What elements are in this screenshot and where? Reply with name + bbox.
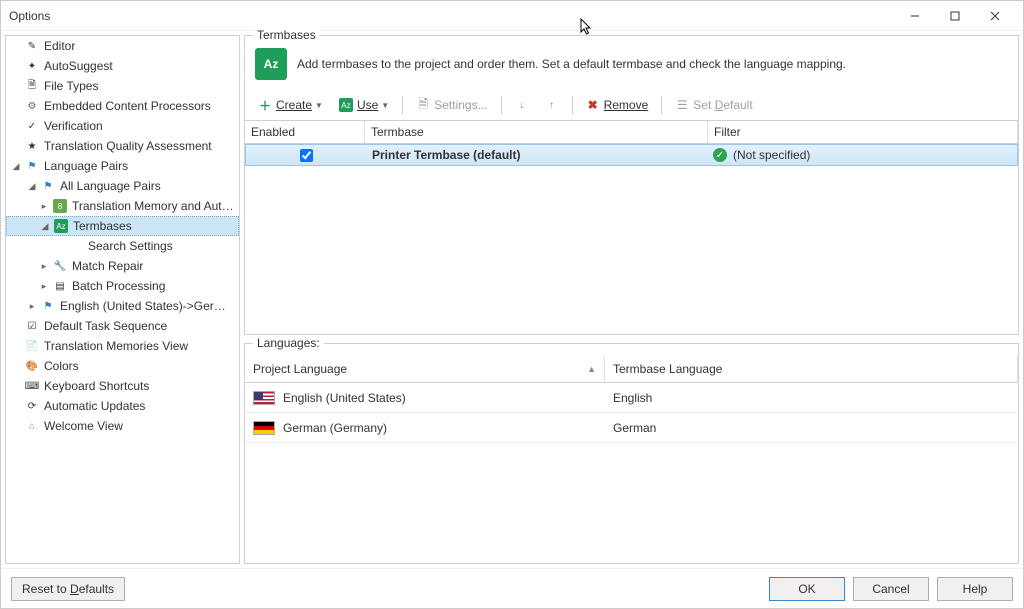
sidebar-item-editor[interactable]: ✎Editor [6, 36, 239, 56]
termbase-icon: Az [255, 48, 287, 80]
sidebar-item-en-de[interactable]: ▸⚑English (United States)->German (G [6, 296, 239, 316]
sidebar-item-match-repair[interactable]: ▸🔧Match Repair [6, 256, 239, 276]
languages-group-title: Languages: [253, 336, 324, 350]
close-button[interactable] [975, 2, 1015, 30]
termbases-toolbar: ＋Create▼ AzUse▼ 🗎Settings... ↓ ↑ ✖Remove… [245, 90, 1018, 120]
sidebar-item-updates[interactable]: ⟳Automatic Updates [6, 396, 239, 416]
sidebar-item-batch-processing[interactable]: ▸▤Batch Processing [6, 276, 239, 296]
window-title: Options [9, 9, 895, 23]
flag-us-icon [253, 391, 275, 405]
sidebar-item-all-language-pairs[interactable]: ◢⚑All Language Pairs [6, 176, 239, 196]
footer: Reset to Defaults OK Cancel Help [1, 568, 1023, 608]
language-row[interactable]: German (Germany) German [245, 413, 1018, 443]
termbase-enabled-checkbox[interactable] [300, 149, 313, 162]
remove-button[interactable]: ✖Remove [579, 94, 656, 116]
language-row[interactable]: English (United States) English [245, 383, 1018, 413]
sidebar-item-colors[interactable]: 🎨Colors [6, 356, 239, 376]
sidebar-item-embedded[interactable]: ⚙Embedded Content Processors [6, 96, 239, 116]
termbases-description: Add termbases to the project and order t… [297, 57, 846, 71]
sidebar-item-autosuggest[interactable]: ✦AutoSuggest [6, 56, 239, 76]
sidebar-item-language-pairs[interactable]: ◢⚑Language Pairs [6, 156, 239, 176]
sidebar-item-keyboard[interactable]: ⌨Keyboard Shortcuts [6, 376, 239, 396]
cancel-button[interactable]: Cancel [853, 577, 929, 601]
use-button[interactable]: AzUse▼ [332, 94, 396, 116]
termbases-group: Termbases Az Add termbases to the projec… [244, 35, 1019, 335]
termbase-enabled-cell[interactable] [246, 147, 366, 164]
move-down-button[interactable]: ↓ [508, 94, 536, 116]
toolbar-separator [402, 96, 403, 114]
settings-button[interactable]: 🗎Settings... [409, 94, 494, 116]
set-default-button[interactable]: ☰Set Default [668, 94, 759, 116]
sidebar-tree[interactable]: ✎Editor ✦AutoSuggest 🗎File Types ⚙Embedd… [5, 35, 240, 564]
termbase-name-cell: Printer Termbase (default) [366, 146, 707, 164]
termbase-filter-cell: ✓(Not specified) [707, 146, 1017, 164]
ok-button[interactable]: OK [769, 577, 845, 601]
titlebar: Options [1, 1, 1023, 31]
sidebar-item-tm-view[interactable]: 📄Translation Memories View [6, 336, 239, 356]
help-button[interactable]: Help [937, 577, 1013, 601]
sidebar-item-default-task[interactable]: ☑Default Task Sequence [6, 316, 239, 336]
col-termbase-language[interactable]: Termbase Language [605, 356, 1018, 382]
options-window: Options ✎Editor ✦AutoSuggest 🗎File Types… [0, 0, 1024, 609]
sidebar-item-termbases[interactable]: ◢AzTermbases [6, 216, 239, 236]
languages-group: Languages: Project Language▲ Termbase La… [244, 343, 1019, 564]
col-project-language[interactable]: Project Language▲ [245, 356, 605, 382]
sidebar-item-filetypes[interactable]: 🗎File Types [6, 76, 239, 96]
termbase-grid-header: Enabled Termbase Filter [245, 120, 1018, 144]
reset-defaults-button[interactable]: Reset to Defaults [11, 577, 125, 601]
sidebar-item-search-settings[interactable]: Search Settings [6, 236, 239, 256]
termbase-row[interactable]: Printer Termbase (default) ✓(Not specifi… [245, 144, 1018, 166]
check-icon: ✓ [713, 148, 727, 162]
termbases-description-row: Az Add termbases to the project and orde… [245, 36, 1018, 90]
toolbar-separator-2 [501, 96, 502, 114]
sidebar-item-translation-memory[interactable]: ▸8Translation Memory and Autom [6, 196, 239, 216]
termbases-group-title: Termbases [253, 28, 320, 42]
toolbar-separator-4 [661, 96, 662, 114]
sidebar-item-tqa[interactable]: ★Translation Quality Assessment [6, 136, 239, 156]
sidebar-item-welcome[interactable]: ⌂Welcome View [6, 416, 239, 436]
flag-de-icon [253, 421, 275, 435]
col-filter[interactable]: Filter [708, 121, 1018, 143]
toolbar-separator-3 [572, 96, 573, 114]
body: ✎Editor ✦AutoSuggest 🗎File Types ⚙Embedd… [1, 31, 1023, 568]
move-up-button[interactable]: ↑ [538, 94, 566, 116]
col-termbase[interactable]: Termbase [365, 121, 708, 143]
minimize-button[interactable] [895, 2, 935, 30]
create-button[interactable]: ＋Create▼ [251, 94, 330, 116]
languages-grid-header: Project Language▲ Termbase Language [245, 344, 1018, 383]
col-enabled[interactable]: Enabled [245, 121, 365, 143]
sort-asc-icon: ▲ [587, 364, 596, 374]
main-panel: Termbases Az Add termbases to the projec… [244, 35, 1019, 564]
sidebar-item-verification[interactable]: ✓Verification [6, 116, 239, 136]
maximize-button[interactable] [935, 2, 975, 30]
